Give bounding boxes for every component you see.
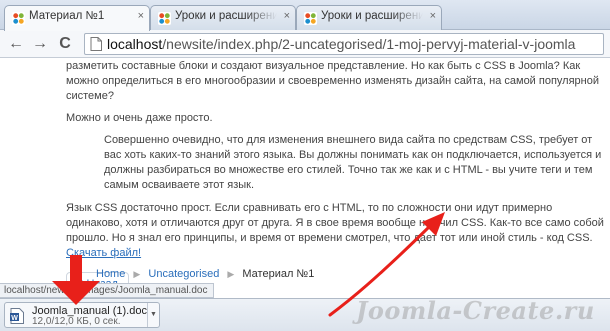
breadcrumb-category[interactable]: Uncategorised [148,268,219,280]
tab-title: Уроки и расширения Joomla [321,10,423,22]
tab-close-icon[interactable]: × [138,10,144,22]
watermark: Joomla-Create.ru [356,296,595,325]
status-url-bubble: localhost/newsite/images/Joomla_manual.d… [0,283,215,298]
forward-arrow-icon[interactable]: → [30,34,50,54]
back-arrow-icon[interactable]: ← [6,34,26,54]
breadcrumb: Home ▶ Uncategorised ▶ Материал №1 [96,268,314,280]
tab-close-icon[interactable]: × [284,10,290,22]
word-doc-icon: W [10,308,24,324]
breadcrumb-separator: ▶ [133,269,141,279]
joomla-logo-icon [304,12,317,25]
joomla-logo-icon [158,12,171,25]
download-file-link[interactable]: Скачать файл! [66,247,141,259]
browser-toolbar: ← → C localhost/newsite/index.php/2-unca… [0,30,610,58]
tab-title: Материал №1 [29,10,105,22]
reload-icon[interactable]: C [55,34,75,54]
tab-joomla-lessons-1[interactable]: Уроки и расширения Joomla × [150,5,296,30]
article-paragraph: Можно и очень даже просто. [66,112,213,124]
download-menu-icon[interactable]: ▼ [147,303,159,327]
breadcrumb-current: Материал №1 [242,268,315,280]
article-blockquote: Совершенно очевидно, что для изменения в… [104,134,602,191]
tab-strip: Материал №1 × Уроки и расширения Joomla … [0,0,610,31]
address-bar[interactable]: localhost/newsite/index.php/2-uncategori… [84,33,604,55]
tab-close-icon[interactable]: × [430,10,436,22]
address-path: /newsite/index.php/2-uncategorised/1-moj… [162,36,576,52]
article-paragraph-text: Язык CSS достаточно прост. Если сравнива… [66,202,604,244]
breadcrumb-separator: ▶ [227,269,235,279]
download-item[interactable]: W Joomla_manual (1).doc 12,0/12,0 КБ, 0 … [4,302,160,328]
tab-joomla-lessons-2[interactable]: Уроки и расширения Joomla × [296,5,442,30]
breadcrumb-home[interactable]: Home [96,268,125,280]
svg-text:W: W [11,315,18,322]
page-icon [90,37,102,51]
tab-title: Уроки и расширения Joomla [175,10,277,22]
tab-material-1[interactable]: Материал №1 × [4,5,150,31]
address-host: localhost [107,36,163,52]
article-paragraph: Язык CSS достаточно прост. Если сравнива… [66,201,606,261]
joomla-logo-icon [12,12,25,25]
article-body: На деле все не секрет, что CSS сейчас ис… [66,59,606,297]
article-paragraph: На деле все не секрет, что CSS сейчас ис… [66,60,600,102]
download-progress-text: 12,0/12,0 КБ, 0 сек. [32,316,121,327]
